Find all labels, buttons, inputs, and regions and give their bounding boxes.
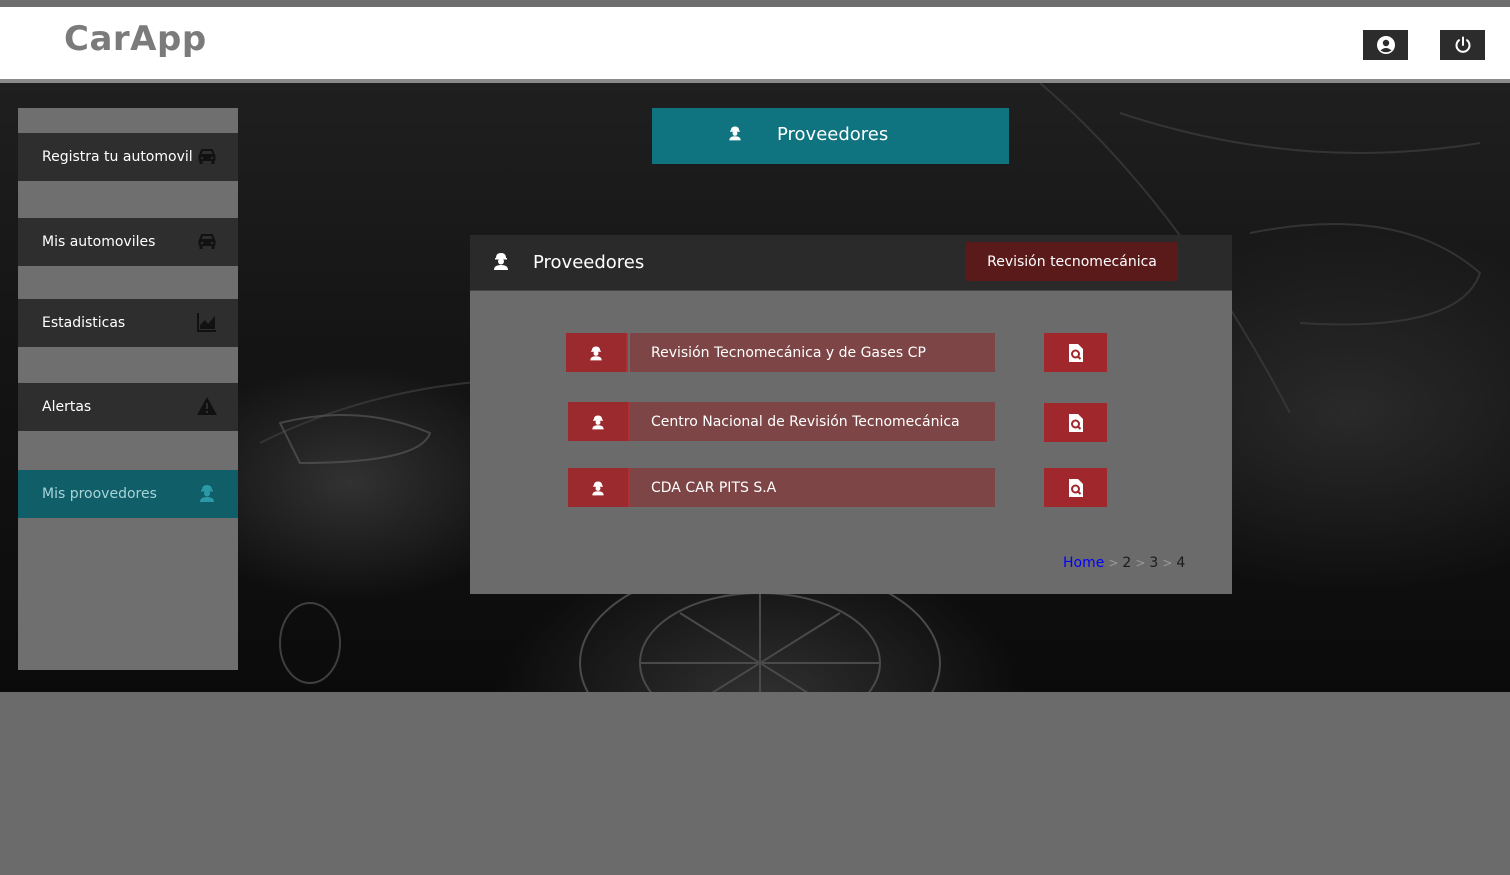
view-provider-button[interactable] bbox=[1044, 403, 1107, 442]
view-provider-button[interactable] bbox=[1044, 333, 1107, 372]
provider-avatar bbox=[568, 402, 630, 441]
sidebar-item-label: Alertas bbox=[42, 399, 92, 415]
list-item: Revisión Tecnomecánica y de Gases CP bbox=[566, 333, 995, 372]
worker-icon bbox=[729, 126, 741, 141]
file-search-icon bbox=[1068, 413, 1083, 432]
sidebar-item-label: Mis automoviles bbox=[42, 234, 156, 250]
list-item: Centro Nacional de Revisión Tecnomecánic… bbox=[568, 402, 995, 441]
worker-icon bbox=[494, 253, 508, 270]
sidebar-item-label: Mis proovedores bbox=[42, 486, 157, 502]
sidebar-item-my-providers[interactable]: Mis proovedores bbox=[18, 470, 238, 518]
breadcrumb-page-3[interactable]: 3 bbox=[1149, 555, 1158, 571]
panel-header: Proveedores Revisión tecnomecánica bbox=[470, 235, 1232, 291]
providers-banner[interactable]: Proveedores bbox=[652, 108, 1009, 164]
breadcrumb-page-4[interactable]: 4 bbox=[1176, 555, 1185, 571]
logout-button[interactable] bbox=[1440, 30, 1485, 60]
breadcrumb-separator: > bbox=[1108, 556, 1119, 570]
sidebar-item-label: Registra tu automovil bbox=[42, 149, 193, 165]
user-circle-icon bbox=[1376, 36, 1395, 54]
file-search-icon bbox=[1068, 478, 1083, 497]
breadcrumb-separator: > bbox=[1135, 556, 1146, 570]
providers-panel: Proveedores Revisión tecnomecánica Revis… bbox=[470, 235, 1232, 594]
provider-avatar bbox=[566, 333, 628, 372]
worker-icon bbox=[200, 485, 214, 502]
worker-icon bbox=[592, 414, 604, 429]
sidebar-item-statistics[interactable]: Estadisticas bbox=[18, 299, 238, 347]
power-icon bbox=[1455, 36, 1470, 53]
profile-button[interactable] bbox=[1363, 30, 1408, 60]
car-icon bbox=[198, 149, 216, 164]
brand-logo[interactable]: CarApp bbox=[64, 19, 207, 59]
provider-name[interactable]: Revisión Tecnomecánica y de Gases CP bbox=[630, 333, 995, 372]
breadcrumb: Home >2 >3 >4 bbox=[1063, 555, 1185, 571]
top-strip bbox=[0, 0, 1510, 7]
banner-title: Proveedores bbox=[777, 124, 889, 145]
breadcrumb-home-link[interactable]: Home bbox=[1063, 555, 1104, 571]
provider-name[interactable]: Centro Nacional de Revisión Tecnomecánic… bbox=[630, 402, 995, 441]
file-search-icon bbox=[1068, 343, 1083, 362]
app-header: CarApp bbox=[0, 7, 1510, 79]
panel-title: Proveedores bbox=[533, 252, 645, 273]
list-item: CDA CAR PITS S.A bbox=[568, 468, 995, 507]
chart-area-icon bbox=[197, 313, 216, 332]
worker-icon bbox=[592, 480, 604, 495]
sidebar: Registra tu automovil Mis automoviles Es… bbox=[18, 108, 238, 670]
sidebar-item-alerts[interactable]: Alertas bbox=[18, 383, 238, 431]
sidebar-item-register-car[interactable]: Registra tu automovil bbox=[18, 133, 238, 181]
breadcrumb-separator: > bbox=[1162, 556, 1173, 570]
worker-icon bbox=[590, 345, 602, 360]
provider-avatar bbox=[568, 468, 630, 507]
sidebar-item-label: Estadisticas bbox=[42, 315, 126, 331]
sidebar-item-my-cars[interactable]: Mis automoviles bbox=[18, 218, 238, 266]
filter-button[interactable]: Revisión tecnomecánica bbox=[966, 242, 1178, 281]
view-provider-button[interactable] bbox=[1044, 468, 1107, 507]
provider-name[interactable]: CDA CAR PITS S.A bbox=[630, 468, 995, 507]
warning-icon bbox=[197, 397, 217, 415]
breadcrumb-page-2[interactable]: 2 bbox=[1122, 555, 1131, 571]
car-icon bbox=[198, 234, 216, 249]
